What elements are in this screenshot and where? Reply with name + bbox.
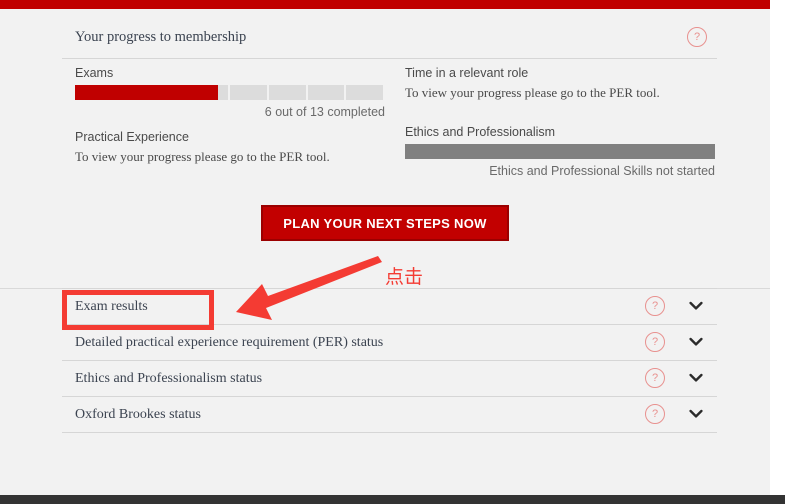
progress-column-right: Time in a relevant role To view your pro… [405,66,715,178]
progress-segment [307,85,347,100]
accordion-row-ethics-status[interactable]: Ethics and Professionalism status ? [62,361,717,397]
exams-progress-caption: 6 out of 13 completed [264,105,385,119]
question-mark-icon[interactable]: ? [645,368,665,388]
accordion-label: Ethics and Professionalism status [75,371,263,386]
question-mark-icon[interactable]: ? [645,332,665,352]
page-content-column: Your progress to membership ? Exams 6 ou… [0,0,770,495]
page-title: Your progress to membership [75,29,247,45]
ethics-label: Ethics and Professionalism [405,125,556,139]
practical-experience-description: To view your progress please go to the P… [75,149,330,164]
bottom-bar [0,495,785,504]
chevron-down-icon[interactable] [689,337,703,348]
question-mark-icon[interactable]: ? [645,404,665,424]
cta-container: PLAN YOUR NEXT STEPS NOW [0,205,770,241]
progress-panel: Your progress to membership ? Exams 6 ou… [62,20,717,178]
chevron-down-icon[interactable] [689,301,703,312]
top-brand-bar [0,0,770,9]
accordion-row-per-status[interactable]: Detailed practical experience requiremen… [62,325,717,361]
accordion-label: Exam results [75,299,148,314]
time-in-role-description: To view your progress please go to the P… [405,85,660,100]
progress-segment [346,85,385,100]
progress-segment [268,85,308,100]
accordion-row-oxford-brookes-status[interactable]: Oxford Brookes status ? [62,397,717,433]
ethics-progress-bar [405,144,715,159]
exams-progress-fill [75,85,218,100]
accordion-label: Detailed practical experience requiremen… [75,335,384,350]
question-mark-icon[interactable]: ? [645,296,665,316]
plan-next-steps-button[interactable]: PLAN YOUR NEXT STEPS NOW [261,205,509,241]
progress-column-left: Exams 6 out of 13 completed Practical Ex… [75,66,385,165]
progress-segment [230,85,269,100]
practical-experience-label: Practical Experience [75,130,189,144]
exams-progress-bar [75,85,385,100]
exams-label: Exams [75,66,114,80]
chevron-down-icon[interactable] [689,373,703,384]
accordion-row-exam-results[interactable]: Exam results ? [62,289,717,325]
progress-panel-header: Your progress to membership ? [62,20,717,59]
ethics-progress-caption: Ethics and Professional Skills not start… [489,164,715,178]
question-mark-icon[interactable]: ? [687,27,707,47]
chevron-down-icon[interactable] [689,409,703,420]
accordion-label: Oxford Brookes status [75,407,201,422]
status-accordion: Exam results ? Detailed practical experi… [62,288,717,433]
time-in-role-label: Time in a relevant role [405,66,529,80]
page-root: Your progress to membership ? Exams 6 ou… [0,0,785,504]
